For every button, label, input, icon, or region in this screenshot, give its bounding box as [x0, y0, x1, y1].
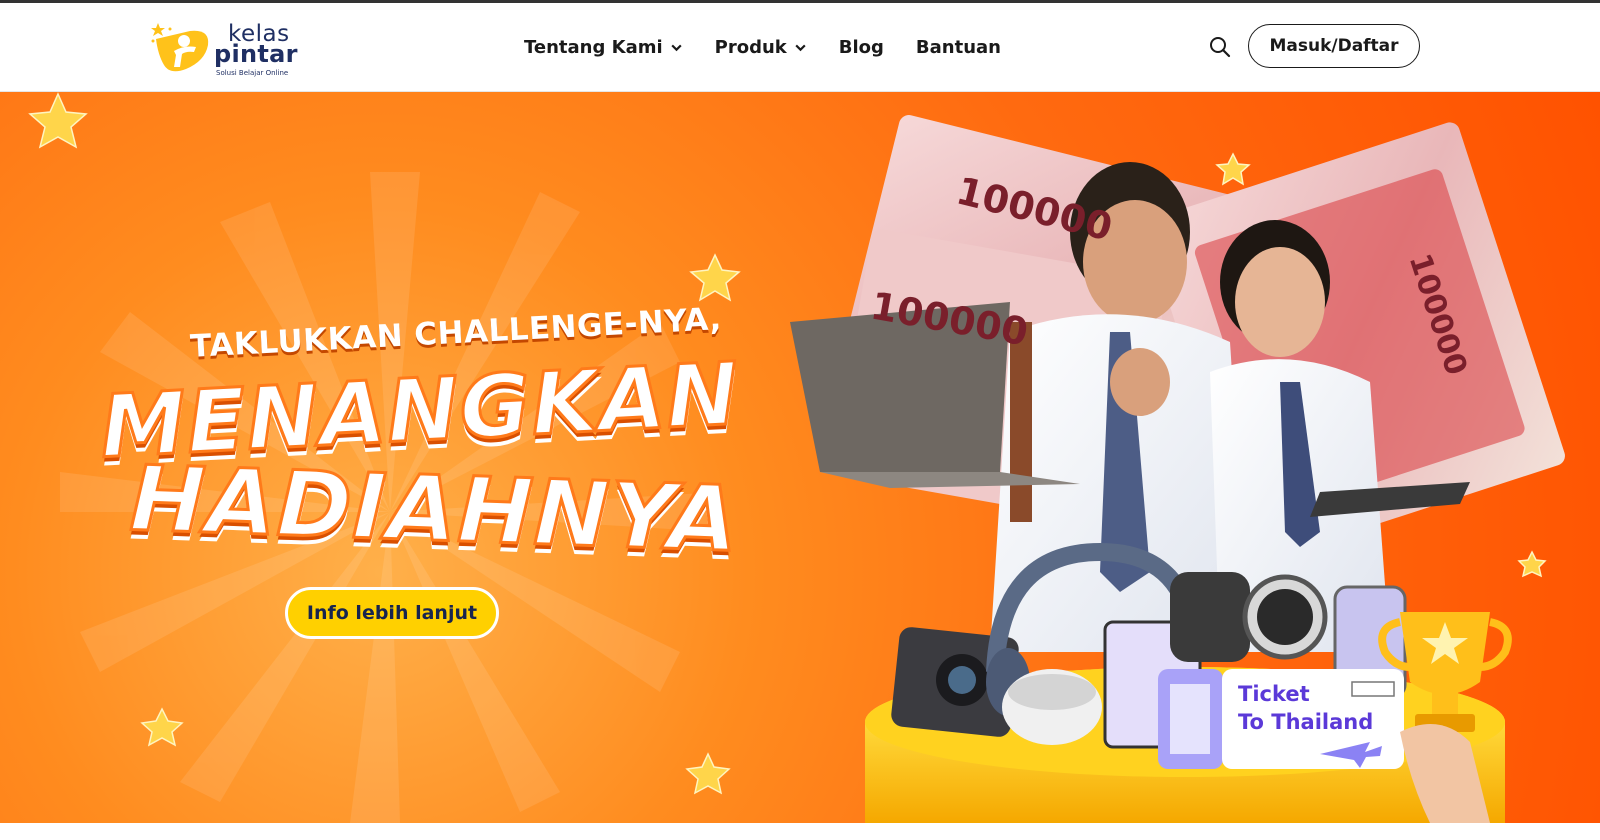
chevron-down-icon	[795, 44, 806, 51]
nav-item-label: Tentang Kami	[524, 36, 663, 58]
logo-mark-icon	[151, 23, 209, 72]
nav-item-blog[interactable]: Blog	[839, 37, 884, 58]
logo-tagline: Solusi Belajar Online	[216, 69, 289, 77]
nav-item-tentang-kami[interactable]: Tentang Kami	[524, 37, 683, 58]
ticket-line-1: Ticket	[1238, 682, 1310, 706]
main-nav: Tentang Kami Produk Blog Bantuan	[524, 3, 1001, 91]
chevron-down-icon	[671, 44, 682, 51]
nav-item-label: Produk	[714, 36, 787, 58]
hero-headline: TAKLUKKAN CHALLENGE-NYA, MENANGKAN HADIA…	[70, 297, 750, 597]
hero-banner[interactable]: 100000 100000 100000 TAKLUKKAN CHALLENGE…	[0, 92, 1600, 823]
site-header: kelas pintar Solusi Belajar Online Tenta…	[0, 3, 1600, 92]
nav-item-bantuan[interactable]: Bantuan	[916, 37, 1001, 58]
ticket-line-2: To Thailand	[1238, 710, 1374, 734]
headline-line-2: HADIAHNYA	[127, 445, 742, 574]
login-register-button[interactable]: Masuk/Daftar	[1248, 24, 1420, 68]
nav-item-label: Blog	[838, 36, 884, 58]
nav-item-label: Bantuan	[915, 36, 1001, 58]
search-icon[interactable]	[1208, 35, 1232, 59]
info-more-button[interactable]: Info lebih lanjut	[285, 587, 499, 639]
logo-text-pintar: pintar	[214, 40, 298, 68]
nav-item-produk[interactable]: Produk	[715, 37, 807, 58]
kelas-pintar-logo[interactable]: kelas pintar Solusi Belajar Online	[150, 17, 300, 81]
